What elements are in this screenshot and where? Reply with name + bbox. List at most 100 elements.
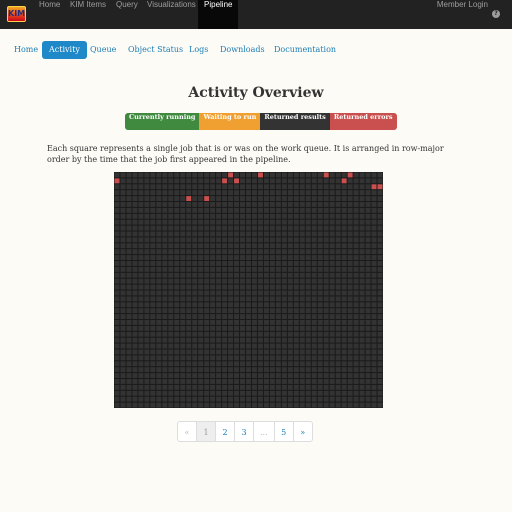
job-cell[interactable] <box>293 225 299 231</box>
job-cell[interactable] <box>311 190 317 196</box>
job-cell[interactable] <box>281 361 287 367</box>
job-cell[interactable] <box>168 261 174 266</box>
job-cell-error[interactable] <box>347 172 353 178</box>
job-cell[interactable] <box>180 213 186 219</box>
job-cell[interactable] <box>114 237 120 243</box>
job-cell[interactable] <box>156 190 162 196</box>
job-cell[interactable] <box>263 272 269 278</box>
job-cell[interactable] <box>293 396 299 402</box>
job-cell[interactable] <box>347 243 353 249</box>
job-cell[interactable] <box>198 266 204 272</box>
job-cell[interactable] <box>198 331 204 337</box>
job-cell[interactable] <box>287 213 293 219</box>
job-cell[interactable] <box>287 178 293 184</box>
job-cell[interactable] <box>186 213 192 219</box>
job-cell[interactable] <box>186 272 192 278</box>
job-cell[interactable] <box>210 243 216 249</box>
job-cell[interactable] <box>311 308 317 314</box>
job-cell[interactable] <box>132 296 138 302</box>
job-cell[interactable] <box>359 172 365 178</box>
job-cell[interactable] <box>150 213 156 219</box>
page-3[interactable]: 3 <box>234 421 254 442</box>
job-cell[interactable] <box>180 308 186 314</box>
job-cell[interactable] <box>353 237 359 243</box>
job-cell[interactable] <box>305 207 311 213</box>
job-cell[interactable] <box>240 255 246 260</box>
page-prev[interactable]: « <box>177 421 197 442</box>
job-cell[interactable] <box>377 343 383 349</box>
job-cell[interactable] <box>323 384 329 390</box>
job-cell[interactable] <box>210 355 216 361</box>
job-cell[interactable] <box>246 325 251 331</box>
job-cell[interactable] <box>198 202 204 207</box>
job-cell[interactable] <box>281 243 287 249</box>
job-cell-error[interactable] <box>371 184 377 190</box>
job-cell[interactable] <box>287 302 293 308</box>
job-cell[interactable] <box>174 337 180 343</box>
job-cell[interactable] <box>198 325 204 331</box>
job-cell[interactable] <box>150 349 156 355</box>
job-cell[interactable] <box>216 331 222 337</box>
job-cell[interactable] <box>323 355 329 361</box>
job-cell[interactable] <box>335 278 341 284</box>
job-cell[interactable] <box>257 373 263 378</box>
job-cell[interactable] <box>126 325 132 331</box>
job-cell[interactable] <box>138 314 144 319</box>
job-cell[interactable] <box>323 272 329 278</box>
job-cell[interactable] <box>251 355 257 361</box>
job-cell[interactable] <box>114 331 120 337</box>
job-cell[interactable] <box>168 314 174 319</box>
job-cell[interactable] <box>251 272 257 278</box>
job-cell[interactable] <box>335 243 341 249</box>
job-cell[interactable] <box>329 202 335 207</box>
job-cell[interactable] <box>269 284 275 290</box>
job-cell[interactable] <box>365 302 371 308</box>
job-cell[interactable] <box>329 290 335 296</box>
job-cell[interactable] <box>162 225 168 231</box>
job-cell[interactable] <box>228 272 234 278</box>
job-cell[interactable] <box>263 361 269 367</box>
job-cell[interactable] <box>371 396 377 402</box>
job-cell[interactable] <box>222 266 228 272</box>
job-cell[interactable] <box>150 402 156 408</box>
job-cell[interactable] <box>174 396 180 402</box>
job-cell[interactable] <box>144 355 150 361</box>
job-cell[interactable] <box>293 296 299 302</box>
job-cell[interactable] <box>269 402 275 408</box>
job-cell[interactable] <box>275 237 281 243</box>
job-cell[interactable] <box>329 266 335 272</box>
job-cell[interactable] <box>162 314 168 319</box>
job-cell[interactable] <box>257 272 263 278</box>
job-cell[interactable] <box>347 396 353 402</box>
job-cell[interactable] <box>120 290 126 296</box>
job-cell[interactable] <box>251 178 257 184</box>
job-cell[interactable] <box>114 284 120 290</box>
job-cell[interactable] <box>204 361 210 367</box>
job-cell[interactable] <box>204 308 210 314</box>
job-cell[interactable] <box>353 314 359 319</box>
job-cell[interactable] <box>317 337 323 343</box>
job-cell[interactable] <box>257 290 263 296</box>
job-cell[interactable] <box>138 249 144 255</box>
job-cell[interactable] <box>132 255 138 260</box>
job-cell[interactable] <box>275 384 281 390</box>
job-cell[interactable] <box>126 178 132 184</box>
job-cell[interactable] <box>281 349 287 355</box>
job-cell[interactable] <box>222 320 228 325</box>
job-cell[interactable] <box>246 402 251 408</box>
job-cell[interactable] <box>269 320 275 325</box>
job-cell[interactable] <box>287 219 293 225</box>
job-cell[interactable] <box>287 373 293 378</box>
job-cell[interactable] <box>222 396 228 402</box>
job-cell[interactable] <box>228 190 234 196</box>
job-cell[interactable] <box>162 237 168 243</box>
job-cell[interactable] <box>353 379 359 384</box>
job-cell[interactable] <box>317 172 323 178</box>
job-cell[interactable] <box>174 225 180 231</box>
job-cell[interactable] <box>335 343 341 349</box>
job-cell[interactable] <box>341 243 347 249</box>
job-cell[interactable] <box>329 284 335 290</box>
job-cell[interactable] <box>365 396 371 402</box>
job-cell[interactable] <box>138 337 144 343</box>
job-cell[interactable] <box>341 355 347 361</box>
